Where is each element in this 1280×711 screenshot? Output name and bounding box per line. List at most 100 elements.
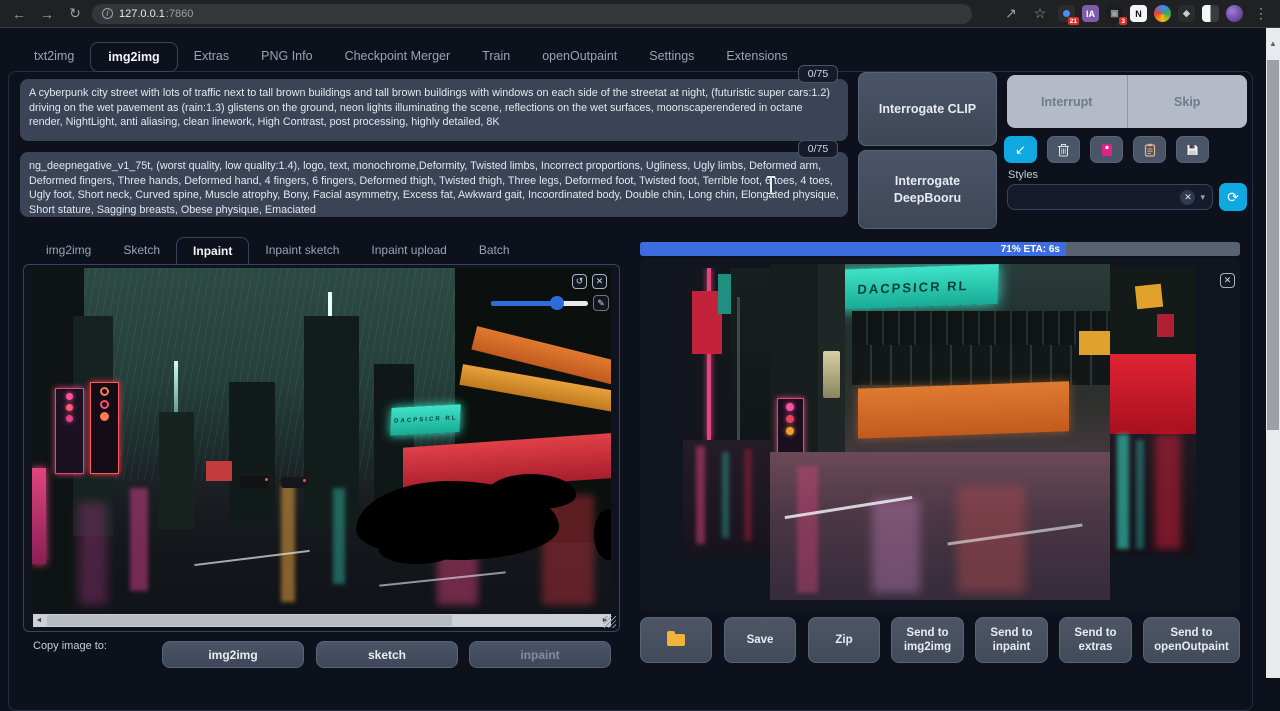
extension-icon-ia[interactable]: IA: [1082, 5, 1099, 22]
send-to-img2img-button[interactable]: Send to img2img: [891, 617, 964, 663]
canvas-horizontal-scrollbar[interactable]: ◄ ►: [33, 614, 611, 627]
split-window-icon[interactable]: [1202, 5, 1219, 22]
distant-car: [281, 477, 307, 488]
url-port: :7860: [166, 8, 194, 20]
reload-icon[interactable]: ↻: [64, 3, 86, 25]
extensions-puzzle-icon[interactable]: ◆: [1178, 5, 1195, 22]
chevron-down-icon: ▾: [1200, 192, 1205, 203]
page-scrollbar[interactable]: ▲: [1266, 28, 1280, 678]
brush-slider-thumb[interactable]: [550, 296, 564, 310]
styles-clear-icon[interactable]: ✕: [1180, 190, 1195, 205]
undo-icon[interactable]: ↺: [572, 274, 587, 289]
trash-icon: [1057, 143, 1070, 157]
browser-menu-icon[interactable]: ⋮: [1250, 3, 1272, 25]
neon-traffic-panel: [55, 388, 84, 474]
resize-handle[interactable]: [604, 616, 616, 628]
styles-label: Styles: [1008, 169, 1038, 181]
url-bar[interactable]: i 127.0.0.1:7860: [92, 4, 972, 24]
send-to-extras-button[interactable]: Send to extras: [1059, 617, 1132, 663]
negative-prompt-input[interactable]: ng_deepnegative_v1_75t, (worst quality, …: [20, 152, 848, 217]
tab-settings[interactable]: Settings: [633, 42, 710, 72]
tab-openoutpaint[interactable]: openOutpaint: [526, 42, 633, 72]
brush-edit-icon[interactable]: ✎: [593, 295, 609, 311]
preview-close-icon[interactable]: ✕: [1220, 273, 1235, 288]
tab-png-info[interactable]: PNG Info: [245, 42, 328, 72]
tab-extensions[interactable]: Extensions: [710, 42, 803, 72]
prompt-tool-row: ↙: [1004, 136, 1209, 163]
extension-icon-b[interactable]: ▣ 3: [1106, 5, 1123, 22]
scroll-left-arrow[interactable]: ◄: [33, 617, 45, 624]
progress-label: 71% ETA: 6s: [1001, 244, 1060, 255]
send-to-openoutpaint-button[interactable]: Send to openOutpaint: [1143, 617, 1240, 663]
subtab-inpaint-sketch[interactable]: Inpaint sketch: [249, 237, 355, 264]
scroll-up-arrow[interactable]: ▲: [1266, 28, 1280, 58]
clear-prompt-trash-button[interactable]: [1047, 136, 1080, 163]
subtab-img2img[interactable]: img2img: [30, 237, 107, 264]
browser-chrome: ← → ↻ i 127.0.0.1:7860 ↗ ☆ 21 IA ▣ 3 N ◆…: [0, 0, 1280, 28]
extension-icon-colorful[interactable]: [1154, 5, 1171, 22]
interrupt-button[interactable]: Interrupt: [1007, 75, 1127, 128]
forward-icon[interactable]: →: [36, 3, 58, 25]
extension-icon-a[interactable]: 21: [1058, 5, 1075, 22]
prompt-input[interactable]: A cyberpunk city street with lots of tra…: [20, 79, 848, 141]
apply-styles-button[interactable]: [1133, 136, 1166, 163]
profile-avatar[interactable]: [1226, 5, 1243, 22]
page-scrollbar-thumb[interactable]: [1267, 60, 1279, 430]
tab-train[interactable]: Train: [466, 42, 526, 72]
back-icon[interactable]: ←: [8, 3, 30, 25]
copy-to-sketch-button[interactable]: sketch: [316, 641, 458, 668]
negative-prompt-token-counter: 0/75: [798, 140, 838, 158]
neon-sign-teal: DACPSICR RL: [390, 404, 461, 435]
zip-button[interactable]: Zip: [808, 617, 880, 663]
subtab-inpaint[interactable]: Inpaint: [176, 237, 249, 264]
extension-icon-notion[interactable]: N: [1130, 5, 1147, 22]
tab-checkpoint-merger[interactable]: Checkpoint Merger: [329, 42, 467, 72]
progress-fill: 71% ETA: 6s: [640, 242, 1066, 256]
interrogate-clip-button[interactable]: Interrogate CLIP: [858, 72, 997, 146]
main-tab-bar: txt2img img2img Extras PNG Info Checkpoi…: [18, 42, 804, 72]
canvas-close-icon[interactable]: ✕: [592, 274, 607, 289]
copy-to-inpaint-button[interactable]: inpaint: [469, 641, 611, 668]
brush-slider-fill: [491, 301, 557, 306]
url-host: 127.0.0.1: [119, 8, 165, 20]
text-cursor: [766, 176, 775, 196]
subtab-sketch[interactable]: Sketch: [107, 237, 176, 264]
canvas-scrollbar-thumb[interactable]: [47, 615, 452, 626]
neon-sign-red: [90, 382, 119, 475]
inpaint-canvas[interactable]: DACPSICR RL ↺ ✕ ✎: [32, 268, 611, 612]
save-button[interactable]: Save: [724, 617, 796, 663]
extra-networks-button[interactable]: [1090, 136, 1123, 163]
styles-dropdown[interactable]: ✕ ▾: [1007, 184, 1213, 210]
bookmark-star-icon[interactable]: ☆: [1029, 3, 1051, 25]
folder-icon: [667, 634, 685, 646]
save-style-button[interactable]: [1176, 136, 1209, 163]
preview-neon-sign: DACPSICR RL: [827, 264, 999, 310]
copy-to-img2img-button[interactable]: img2img: [162, 641, 304, 668]
brush-size-slider[interactable]: [491, 301, 588, 306]
orange-banner: [858, 381, 1069, 439]
prompt-token-counter: 0/75: [798, 65, 838, 83]
tab-extras[interactable]: Extras: [178, 42, 245, 72]
tab-txt2img[interactable]: txt2img: [18, 42, 90, 72]
send-to-inpaint-button[interactable]: Send to inpaint: [975, 617, 1048, 663]
skip-button[interactable]: Skip: [1128, 75, 1248, 128]
interrogate-deepbooru-button[interactable]: Interrogate DeepBooru: [858, 150, 997, 229]
site-info-icon[interactable]: i: [102, 8, 113, 19]
distant-car: [240, 476, 269, 488]
paste-generation-params-button[interactable]: ↙: [1004, 136, 1037, 163]
copy-image-to-label: Copy image to:: [33, 640, 107, 652]
extra-networks-card-icon: [1101, 143, 1113, 157]
img2img-mode-tabs: img2img Sketch Inpaint Inpaint sketch In…: [30, 237, 526, 264]
tab-img2img[interactable]: img2img: [90, 42, 177, 72]
inpaint-mask-blob: [484, 474, 577, 508]
stop-button-group: Interrupt Skip: [1007, 75, 1247, 128]
preview-image-center[interactable]: DACPSICR RL: [770, 264, 1110, 600]
styles-refresh-button[interactable]: ⟳: [1219, 183, 1247, 211]
preview-image-left[interactable]: [683, 268, 770, 555]
subtab-inpaint-upload[interactable]: Inpaint upload: [355, 237, 462, 264]
open-folder-button[interactable]: [640, 617, 712, 663]
floppy-save-icon: [1186, 143, 1199, 157]
share-icon[interactable]: ↗: [1000, 3, 1022, 25]
subtab-batch[interactable]: Batch: [463, 237, 526, 264]
preview-image-right[interactable]: [1110, 268, 1196, 555]
